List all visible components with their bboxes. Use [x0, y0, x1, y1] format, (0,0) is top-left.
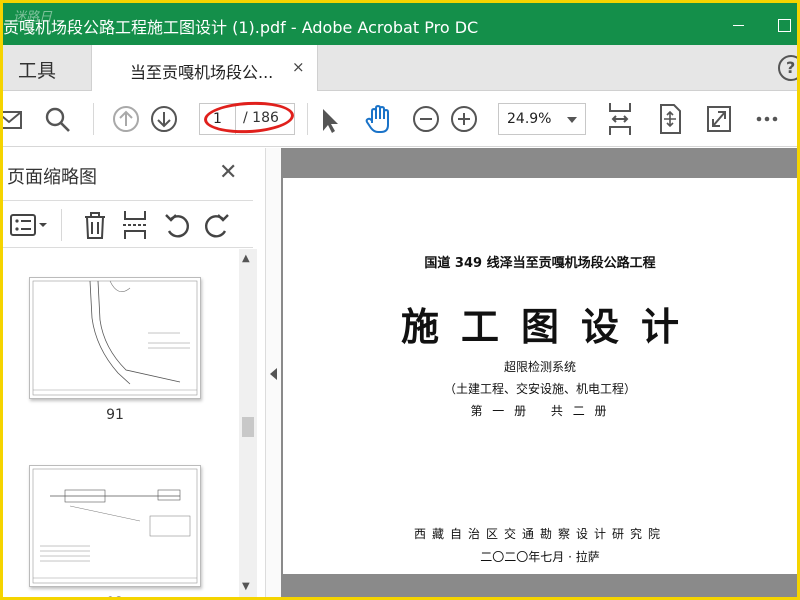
window-title: 贡嘎机场段公路工程施工图设计 (1).pdf - Adobe Acrobat P… [3, 18, 479, 37]
toolbar: / 186 24.9% [3, 91, 797, 147]
document-view[interactable]: 国道 349 线泽当至贡嘎机场段公路工程 施工图设计 超限检测系统 （土建工程、… [281, 148, 797, 597]
chevron-down-icon [567, 117, 577, 123]
document-volume: 第 一 册 共 二 册 [470, 404, 610, 418]
tab-document-label: 当至贡嘎机场段公... [130, 63, 274, 82]
rotate-left-icon[interactable] [163, 209, 191, 245]
hand-icon[interactable] [363, 101, 395, 137]
tab-close-icon[interactable]: × [292, 58, 305, 76]
fit-page-icon[interactable] [655, 101, 685, 137]
close-icon[interactable]: ✕ [219, 160, 237, 185]
panel-divider [61, 209, 62, 241]
tab-bar: 工具 当至贡嘎机场段公... × ? [3, 45, 797, 92]
document-subtitle-scope: （土建工程、交安设施、机电工程） [443, 382, 636, 396]
plus-circle-icon[interactable] [449, 101, 479, 137]
scrollbar-thumb[interactable] [242, 417, 254, 437]
arrow-down-circle-icon[interactable] [149, 101, 179, 137]
help-icon[interactable]: ? [778, 55, 797, 81]
maximize-button[interactable] [771, 3, 797, 45]
zoom-select[interactable]: 24.9% [498, 103, 586, 135]
search-icon[interactable] [43, 101, 73, 137]
panel-splitter[interactable] [265, 148, 281, 597]
document-subtitle: 超限检测系统 [503, 360, 576, 374]
document-heading: 国道 349 线泽当至贡嘎机场段公路工程 [424, 256, 656, 271]
tab-tools-label: 工具 [18, 60, 57, 82]
toolbar-divider [307, 103, 308, 135]
cursor-arrow-icon[interactable] [318, 101, 340, 137]
thumbnail-options-icon[interactable] [9, 209, 49, 245]
panel-toolbar [3, 200, 253, 248]
thumbnail-page[interactable] [29, 465, 201, 587]
thumbnail-page-label: 91 [106, 407, 124, 423]
arrow-up-circle-icon[interactable] [111, 101, 141, 137]
document-organization: 西藏自治区交通勘察设计研究院 [413, 527, 666, 541]
scroll-up-icon[interactable]: ▲ [242, 253, 250, 264]
minimize-button[interactable] [721, 3, 761, 45]
document-date: 二〇二〇年七月 · 拉萨 [480, 550, 600, 564]
tab-document[interactable]: 当至贡嘎机场段公... × [91, 45, 318, 92]
panel-title: 页面缩略图 [7, 167, 97, 188]
thumbnail-page[interactable] [29, 277, 201, 399]
expand-icon[interactable] [704, 101, 734, 137]
tab-tools[interactable]: 工具 [3, 45, 91, 91]
fit-width-icon[interactable] [605, 101, 635, 137]
title-bar: 迷路日 贡嘎机场段公路工程施工图设计 (1).pdf - Adobe Acrob… [3, 3, 797, 45]
panel-scrollbar[interactable]: ▲ ▼ [239, 249, 257, 597]
app-window: 迷路日 贡嘎机场段公路工程施工图设计 (1).pdf - Adobe Acrob… [3, 3, 797, 597]
help-glyph: ? [786, 58, 796, 77]
zoom-value: 24.9% [507, 111, 552, 127]
scroll-down-icon[interactable]: ▼ [242, 581, 250, 592]
pdf-page: 国道 349 线泽当至贡嘎机场段公路工程 施工图设计 超限检测系统 （土建工程、… [283, 178, 797, 574]
document-main-title: 施工图设计 [400, 305, 701, 349]
trash-icon[interactable] [81, 209, 109, 245]
extract-pages-icon[interactable] [121, 209, 149, 245]
thumbnail-list: 91 92 [3, 249, 239, 597]
collapse-arrow-icon[interactable] [270, 368, 277, 380]
minus-circle-icon[interactable] [411, 101, 441, 137]
thumbnail-page-label: 92 [3, 595, 227, 597]
mail-icon[interactable] [3, 101, 25, 137]
more-icon[interactable] [753, 101, 783, 137]
toolbar-divider [93, 103, 94, 135]
rotate-right-icon[interactable] [203, 209, 231, 245]
thumbnail-panel: 页面缩略图 ✕ 91 ▲ ▼ [3, 148, 265, 597]
